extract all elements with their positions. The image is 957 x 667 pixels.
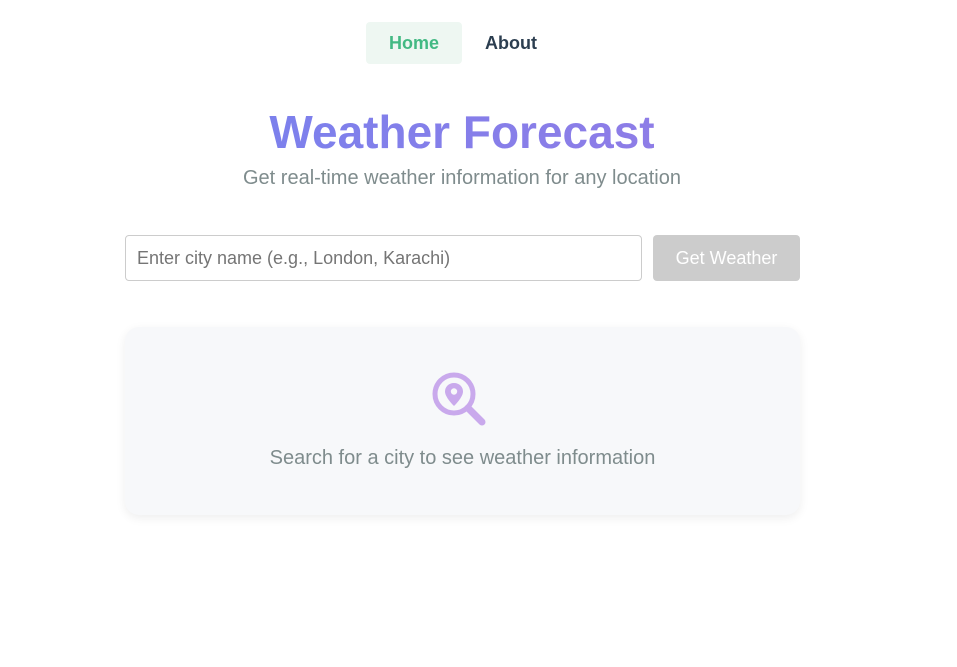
search-location-icon: [431, 370, 493, 432]
city-search-input[interactable]: [125, 235, 642, 281]
empty-state-message: Search for a city to see weather informa…: [269, 447, 656, 469]
page-subtitle: Get real-time weather information for an…: [243, 167, 681, 189]
weather-app: Home About Weather Forecast Get real-tim…: [0, 0, 957, 667]
page-title: Weather Forecast: [0, 106, 924, 158]
nav-about-link[interactable]: About: [462, 22, 560, 64]
top-nav: Home About: [366, 22, 560, 64]
empty-state-card: Search for a city to see weather informa…: [125, 327, 800, 515]
nav-home-link[interactable]: Home: [366, 22, 463, 64]
get-weather-button[interactable]: Get Weather: [653, 235, 800, 281]
